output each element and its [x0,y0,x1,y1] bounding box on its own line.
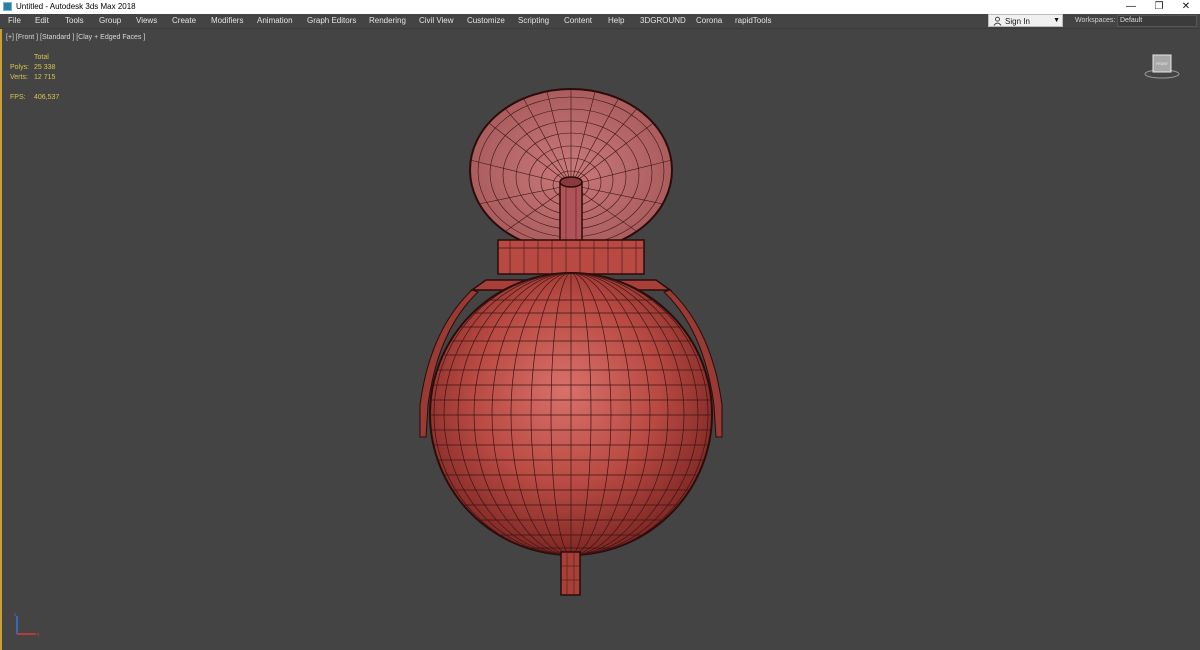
axis-tripod-icon: z x [14,612,40,638]
globe-shade [419,272,723,556]
stem-rod [559,176,583,243]
bottom-spike [560,551,581,596]
collar-ring [497,239,645,275]
svg-text:x: x [37,632,40,638]
model-render[interactable] [0,0,1200,650]
